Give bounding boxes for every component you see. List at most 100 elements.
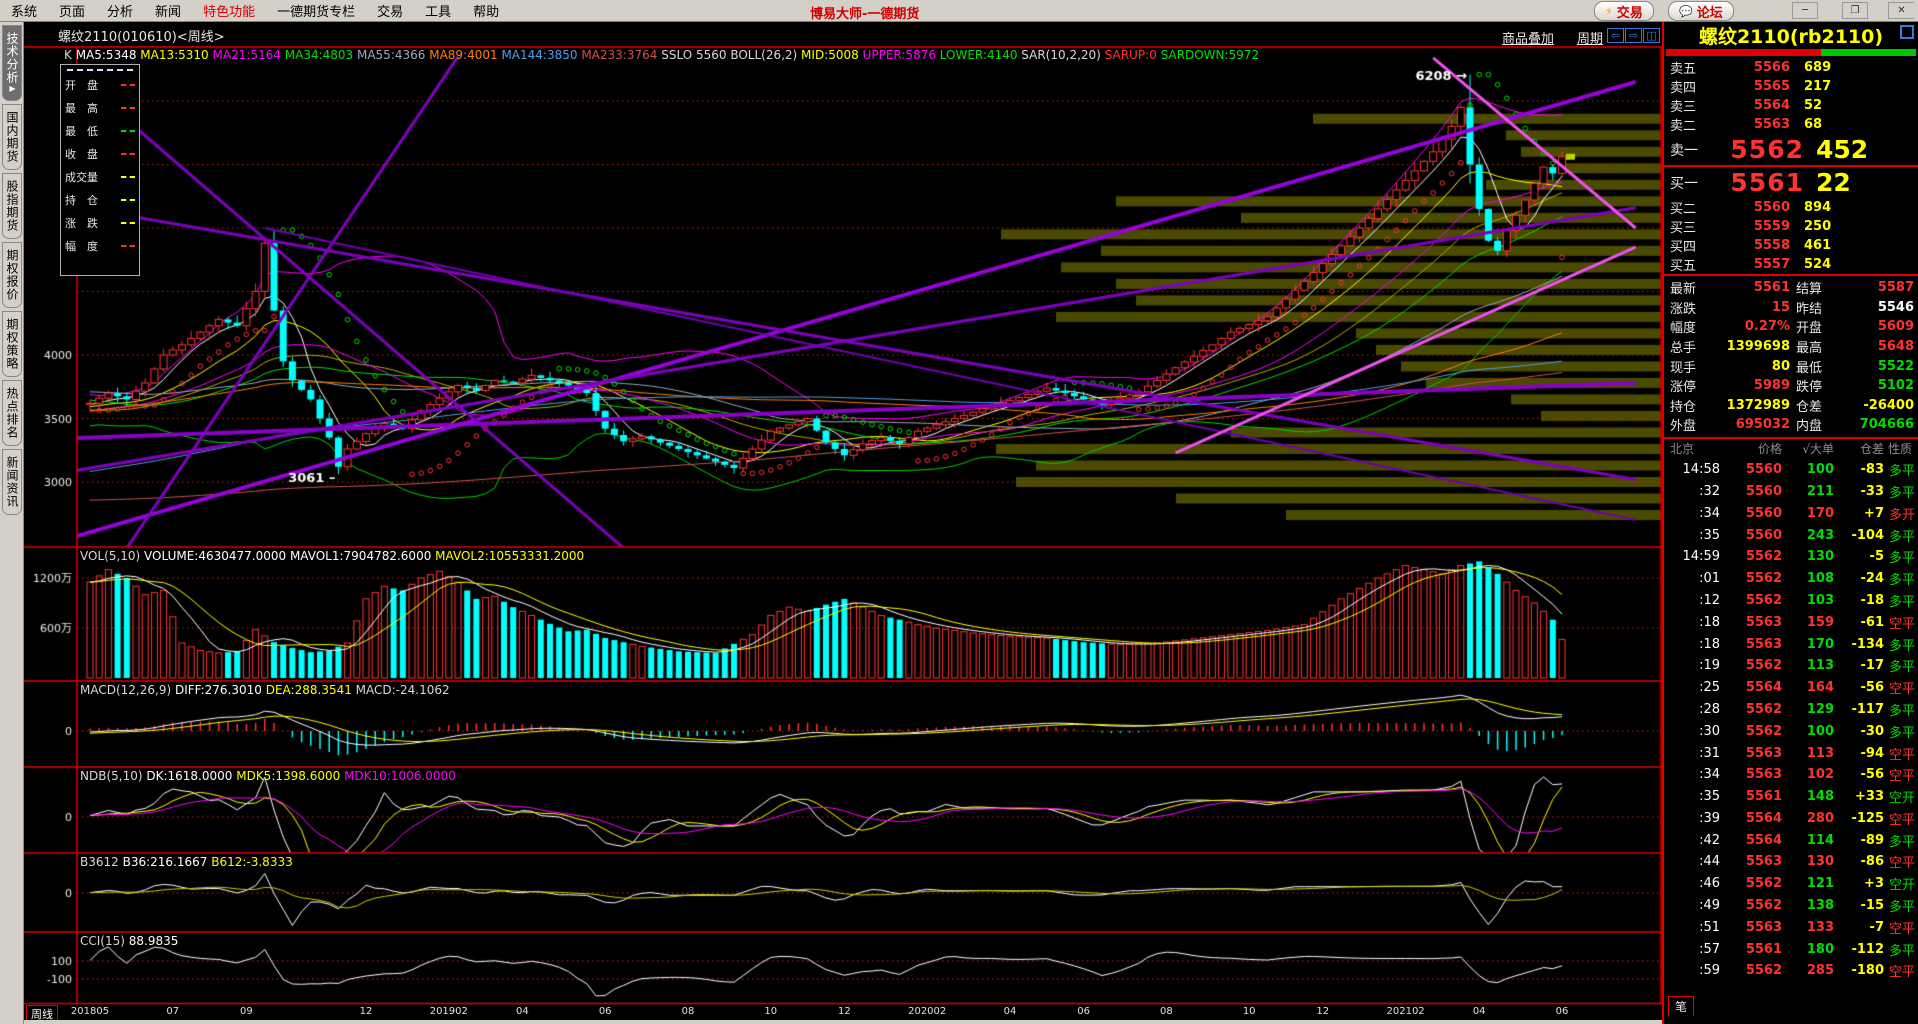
tick-row: :305562100-30多平 <box>1664 720 1918 742</box>
ndb-indicator-header: NDB(5,10) DK:1618.0000 MDK5:1398.6000 MD… <box>80 769 456 783</box>
b3612-indicator-header: B3612 B36:216.1667 B612:-3.8333 <box>80 855 293 869</box>
sidebar-tab-options-strategy[interactable]: 期权策略 <box>2 311 22 377</box>
legend-row: 最 低 <box>61 119 139 142</box>
tick-row: 14:585560100-83多平 <box>1664 459 1918 481</box>
minimize-button[interactable]: ─ <box>1792 2 1818 19</box>
period-link[interactable]: 周期 <box>1577 28 1603 47</box>
tick-row: :465562121+3空开 <box>1664 873 1918 895</box>
tick-row: :125562103-18多平 <box>1664 590 1918 612</box>
tick-row: :355560243-104多平 <box>1664 524 1918 546</box>
x-axis-date: 08 <box>1143 1006 1189 1017</box>
x-axis-date: 12 <box>1300 1006 1346 1017</box>
link-box-icon[interactable] <box>1900 25 1914 39</box>
menu-news[interactable]: 新闻 <box>144 1 192 20</box>
lightning-icon: ⚡ <box>1605 5 1613 18</box>
x-axis-date: 201805 <box>67 1006 113 1017</box>
legend-row: 开 盘 <box>61 73 139 96</box>
menu-analysis[interactable]: 分析 <box>96 1 144 20</box>
bid-4-row[interactable]: 买四5558461 <box>1664 236 1918 255</box>
bid-1-row[interactable]: 买一556122 <box>1664 167 1918 198</box>
bid-5-row[interactable]: 买五5557524 <box>1664 255 1918 274</box>
arrow-right-icon[interactable]: ⇨ <box>1625 28 1642 43</box>
bid-2-row[interactable]: 买二5560894 <box>1664 198 1918 217</box>
tick-row: :345563102-56空平 <box>1664 764 1918 786</box>
x-axis: 周线 2018050709122019020406081012202002040… <box>24 1005 1662 1020</box>
sidebar-tab-news-info[interactable]: 新闻资讯 <box>2 449 22 515</box>
menu-system[interactable]: 系统 <box>0 1 48 20</box>
menu-tools[interactable]: 工具 <box>414 1 462 20</box>
active-tab-arrow-icon: ▶ <box>8 84 17 94</box>
sidebar-tab-options-quotes[interactable]: 期权报价 <box>2 242 22 308</box>
legend-row: 持 仓 <box>61 188 139 211</box>
x-axis-date: 06 <box>1061 1006 1107 1017</box>
sidebar-tab-hot-ranking[interactable]: 热点排名 <box>2 380 22 446</box>
tick-row: :315563113-94空平 <box>1664 742 1918 764</box>
x-axis-date: 10 <box>748 1006 794 1017</box>
app-title: 博易大师-一德期货 <box>810 3 919 22</box>
tick-row: :515563133-7空平 <box>1664 916 1918 938</box>
ask-2-row[interactable]: 卖二556368 <box>1664 115 1918 134</box>
sell-strength-bar <box>1666 49 1821 56</box>
x-axis-date: 201902 <box>426 1006 472 1017</box>
summary-row: 持仓1372989仓差-26400 <box>1664 396 1918 416</box>
summary-row: 幅度0.27%开盘5609 <box>1664 317 1918 337</box>
legend-row: 涨 跌 <box>61 211 139 234</box>
arrow-left-icon[interactable]: ⇦ <box>1607 28 1624 43</box>
macd-indicator-header: MACD(12,26,9) DIFF:276.3010 DEA:288.3541… <box>80 683 450 697</box>
split-view-icon[interactable]: ◫ <box>1643 28 1660 43</box>
ohlc-legend-box: 开 盘最 高最 低收 盘成交量持 仓涨 跌幅 度 <box>60 64 140 276</box>
close-button[interactable]: ✕ <box>1888 2 1914 19</box>
ask-3-row[interactable]: 卖三556452 <box>1664 96 1918 115</box>
menu-featured[interactable]: 特色功能 <box>192 1 266 20</box>
x-axis-date: 202002 <box>904 1006 950 1017</box>
summary-row: 最新5561结算5587 <box>1664 278 1918 298</box>
maximize-button[interactable]: ❐ <box>1842 2 1868 19</box>
tick-tab[interactable]: 笔 <box>1668 996 1694 1016</box>
sidebar-tab-index-futures[interactable]: 股指期货 <box>2 173 22 239</box>
speech-bubble-icon: 💬 <box>1679 5 1693 18</box>
overlay-link[interactable]: 商品叠加 <box>1502 28 1554 47</box>
menu-trade[interactable]: 交易 <box>366 1 414 20</box>
summary-row: 现手80最低5522 <box>1664 356 1918 376</box>
maximize-icon: ❐ <box>1851 5 1860 16</box>
tick-row: :185563170-134多平 <box>1664 633 1918 655</box>
x-axis-date: 12 <box>343 1006 389 1017</box>
menu-bar: 系统 页面 分析 新闻 特色功能 一德期货专栏 交易 工具 帮助 博易大师-一德… <box>0 0 1918 22</box>
bid-3-row[interactable]: 买三5559250 <box>1664 217 1918 236</box>
instrument-title: 螺纹2110(010610)<周线> <box>58 26 225 45</box>
workspace: 技术分析▶ 国内期货 股指期货 期权报价 期权策略 热点排名 新闻资讯 螺纹21… <box>0 22 1918 1024</box>
ask-1-row[interactable]: 卖一5562452 <box>1664 134 1918 165</box>
tick-row: :345560170+7多开 <box>1664 502 1918 524</box>
x-axis-date: 04 <box>499 1006 545 1017</box>
legend-top-dashes <box>67 69 133 71</box>
tick-row: :445563130-86空平 <box>1664 851 1918 873</box>
forum-button[interactable]: 💬 论坛 <box>1668 1 1734 21</box>
sidebar-tab-domestic-futures[interactable]: 国内期货 <box>2 104 22 170</box>
menu-help[interactable]: 帮助 <box>462 1 510 20</box>
x-axis-date: 10 <box>1226 1006 1272 1017</box>
tick-row: :355561148+33空开 <box>1664 786 1918 808</box>
tick-list[interactable]: 14:585560100-83多平:325560211-33多平:3455601… <box>1664 459 1918 982</box>
sidebar-tab-technical-analysis[interactable]: 技术分析▶ <box>2 25 22 101</box>
bottom-strip <box>0 1020 1918 1024</box>
tick-row: :395564280-125空平 <box>1664 808 1918 830</box>
menu-yide-column[interactable]: 一德期货专栏 <box>266 1 366 20</box>
menu-page[interactable]: 页面 <box>48 1 96 20</box>
vol-indicator-header: VOL(5,10) VOLUME:4630477.0000 MAVOL1:790… <box>80 549 584 563</box>
close-icon: ✕ <box>1897 5 1905 16</box>
x-axis-date: 04 <box>1456 1006 1502 1017</box>
tick-row: 14:595562130-5多平 <box>1664 546 1918 568</box>
tick-row: :185563159-61空平 <box>1664 611 1918 633</box>
summary-row: 外盘695032内盘704666 <box>1664 415 1918 435</box>
tick-row: :495562138-15多平 <box>1664 895 1918 917</box>
tick-row: :255564164-56空平 <box>1664 677 1918 699</box>
tick-row: :285562129-117多平 <box>1664 699 1918 721</box>
ask-5-row[interactable]: 卖五5566689 <box>1664 58 1918 77</box>
ask-4-row[interactable]: 卖四5565217 <box>1664 77 1918 96</box>
tick-row: :015562108-24多平 <box>1664 568 1918 590</box>
summary-row: 涨停5989跌停5102 <box>1664 376 1918 396</box>
x-axis-date: 12 <box>821 1006 867 1017</box>
trade-button[interactable]: ⚡ 交易 <box>1594 1 1654 21</box>
legend-row: 收 盘 <box>61 142 139 165</box>
legend-row: 最 高 <box>61 96 139 119</box>
